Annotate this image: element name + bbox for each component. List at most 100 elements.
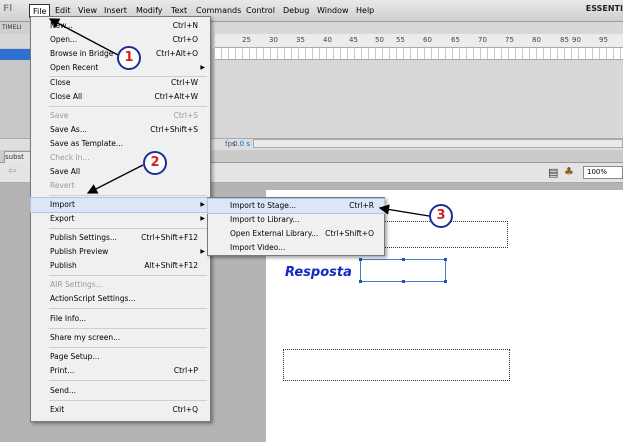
- ruler-tick: 60: [423, 36, 432, 44]
- menu-item-new[interactable]: New... Ctrl+N: [31, 19, 210, 33]
- ruler-tick: 85: [560, 36, 569, 44]
- selection-handle[interactable]: [359, 280, 362, 283]
- menu-item-import-video[interactable]: Import Video...: [208, 241, 384, 255]
- menu-item-label: ActionScript Settings...: [50, 294, 136, 303]
- ruler-tick: 35: [296, 36, 305, 44]
- menu-item-air-settings[interactable]: AIR Settings...: [31, 278, 210, 292]
- menu-item-open[interactable]: Open... Ctrl+O: [31, 33, 210, 47]
- menu-separator: [49, 347, 207, 348]
- menu-item-label: Publish Preview: [50, 247, 109, 256]
- ruler-tick: 70: [478, 36, 487, 44]
- annotation-badge-1: 1: [117, 46, 141, 70]
- frame-row[interactable]: [215, 48, 623, 60]
- menu-item-label: Exit: [50, 405, 65, 414]
- menu-item-publish[interactable]: Publish Alt+Shift+F12: [31, 259, 210, 273]
- selection-handle[interactable]: [444, 280, 447, 283]
- ruler-tick: 90: [572, 36, 581, 44]
- menu-item-label: Save All: [50, 167, 81, 176]
- menu-item-close-all[interactable]: Close All Ctrl+Alt+W: [31, 90, 210, 104]
- zoom-field[interactable]: 100%: [583, 166, 623, 179]
- edit-symbol-icon[interactable]: ♣: [564, 165, 574, 178]
- submenu-arrow-icon: ▶: [200, 215, 205, 222]
- edit-scene-icon[interactable]: ▤: [548, 166, 558, 179]
- menu-item-save-as[interactable]: Save As... Ctrl+Shift+S: [31, 123, 210, 137]
- menu-item-close[interactable]: Close Ctrl+W: [31, 76, 210, 90]
- menu-item-page-setup[interactable]: Page Setup...: [31, 350, 210, 364]
- menu-item-label: Revert: [50, 181, 75, 190]
- menu-item-shortcut: Ctrl+Q: [172, 405, 198, 414]
- menu-item-label: Check In...: [50, 153, 90, 162]
- menu-separator: [49, 275, 207, 276]
- back-arrow-icon[interactable]: ⇦: [8, 166, 16, 177]
- menu-item-shortcut: Alt+Shift+F12: [144, 261, 198, 270]
- selection-handle[interactable]: [402, 258, 405, 261]
- ruler-tick: 50: [375, 36, 384, 44]
- menu-item-label: Close All: [50, 92, 83, 101]
- menu-window[interactable]: Window: [314, 4, 352, 18]
- menu-item-label: Share my screen...: [50, 333, 121, 342]
- menu-item-label: Browse in Bridge: [50, 49, 114, 58]
- menu-item-open-external-library[interactable]: Open External Library... Ctrl+Shift+O: [208, 227, 384, 241]
- menu-control[interactable]: Control: [243, 4, 278, 18]
- menu-item-shortcut: Ctrl+R: [349, 201, 374, 210]
- menu-item-label: Import: [50, 200, 75, 209]
- selection-handle[interactable]: [402, 280, 405, 283]
- menu-separator: [49, 400, 207, 401]
- ruler-tick: 30: [269, 36, 278, 44]
- menu-item-publish-settings[interactable]: Publish Settings... Ctrl+Shift+F12: [31, 231, 210, 245]
- menu-item-label: Save as Template...: [50, 139, 124, 148]
- menu-item-share-my-screen[interactable]: Share my screen...: [31, 331, 210, 345]
- menu-item-label: Save As...: [50, 125, 87, 134]
- ruler-tick: 80: [532, 36, 541, 44]
- menu-item-label: File Info...: [50, 314, 87, 323]
- text-field-bottom[interactable]: [283, 349, 510, 381]
- menu-item-publish-preview[interactable]: Publish Preview ▶: [31, 245, 210, 259]
- menu-item-import-to-library[interactable]: Import to Library...: [208, 213, 384, 227]
- selection-handle[interactable]: [359, 258, 362, 261]
- ruler-tick: 40: [323, 36, 332, 44]
- menu-help[interactable]: Help: [353, 4, 377, 18]
- menu-item-label: Open External Library...: [230, 229, 319, 238]
- menu-item-shortcut: Ctrl+Alt+W: [154, 92, 198, 101]
- timeline-scrollbar[interactable]: [253, 139, 623, 148]
- app-logo-icon: Fl: [3, 4, 13, 14]
- menu-item-import-to-stage[interactable]: Import to Stage... Ctrl+R: [207, 198, 385, 214]
- menu-item-save-all[interactable]: Save All: [31, 165, 210, 179]
- menu-item-export[interactable]: Export ▶: [31, 212, 210, 226]
- menu-item-shortcut: Ctrl+N: [172, 21, 198, 30]
- menu-item-check-in[interactable]: Check In...: [31, 151, 210, 165]
- layer-row-selected[interactable]: [0, 49, 30, 60]
- workspace-switcher[interactable]: ESSENTI: [586, 4, 623, 13]
- resposta-label[interactable]: Resposta: [285, 265, 352, 280]
- menu-item-label: Import Video...: [230, 243, 286, 252]
- menu-item-actionscript-settings[interactable]: ActionScript Settings...: [31, 292, 210, 306]
- menu-separator: [49, 195, 207, 196]
- menu-item-shortcut: Ctrl+W: [170, 78, 198, 87]
- menu-separator: [49, 380, 207, 381]
- menu-item-label: Import to Stage...: [230, 201, 297, 210]
- menu-item-save-as-template[interactable]: Save as Template...: [31, 137, 210, 151]
- ruler-tick: 75: [505, 36, 514, 44]
- menu-item-save[interactable]: Save Ctrl+S: [31, 109, 210, 123]
- resposta-input-selected[interactable]: [359, 258, 447, 283]
- menu-item-revert[interactable]: Revert: [31, 179, 210, 193]
- menu-item-label: Export: [50, 214, 75, 223]
- menu-item-label: Publish: [50, 261, 77, 270]
- menu-debug[interactable]: Debug: [280, 4, 312, 18]
- menu-item-print[interactable]: Print... Ctrl+P: [31, 364, 210, 378]
- annotation-badge-3: 3: [429, 204, 453, 228]
- frame-ruler[interactable]: 25 30 35 40 45 50 55 60 65 70 75 80 85 9…: [215, 34, 623, 48]
- selection-handle[interactable]: [444, 258, 447, 261]
- submenu-arrow-icon: ▶: [200, 64, 205, 71]
- menu-item-shortcut: Ctrl+Alt+O: [156, 49, 198, 58]
- menu-item-send[interactable]: Send...: [31, 384, 210, 398]
- menu-item-import[interactable]: Import ▶: [30, 197, 211, 213]
- menu-item-label: Page Setup...: [50, 352, 100, 361]
- menu-item-exit[interactable]: Exit Ctrl+Q: [31, 403, 210, 417]
- menu-item-label: Publish Settings...: [50, 233, 118, 242]
- submenu-arrow-icon: ▶: [200, 201, 205, 208]
- menu-item-file-info[interactable]: File Info...: [31, 312, 210, 326]
- timeline-tab[interactable]: TIMELI: [0, 22, 34, 34]
- submenu-arrow-icon: ▶: [200, 248, 205, 255]
- menu-item-label: Open Recent: [50, 63, 99, 72]
